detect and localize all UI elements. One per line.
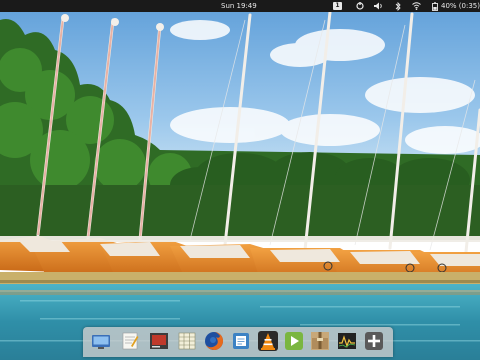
top-panel: Sun 19:49 1 40% (0:35) (0, 0, 480, 12)
volume-icon[interactable] (373, 0, 383, 12)
desktop-wallpaper (0, 0, 480, 360)
document-viewer-icon[interactable] (231, 331, 251, 351)
archive-manager-icon[interactable] (310, 331, 330, 351)
firefox-icon[interactable] (204, 331, 224, 351)
workspace-number: 1 (335, 2, 340, 9)
bluetooth-icon[interactable] (394, 0, 402, 12)
battery-status-text: 40% (0:35) (441, 2, 480, 10)
workspace-switcher-icon[interactable]: 1 (333, 2, 342, 10)
network-icon[interactable] (411, 0, 421, 12)
clock[interactable]: Sun 19:49 (221, 0, 257, 12)
spreadsheet-icon[interactable] (177, 331, 197, 351)
system-monitor-icon[interactable] (337, 331, 357, 351)
dock (83, 327, 393, 357)
desktop-icon[interactable] (91, 331, 111, 351)
sync-icon[interactable] (356, 0, 364, 12)
presentation-icon[interactable] (149, 331, 169, 351)
media-player-icon[interactable] (284, 331, 304, 351)
vlc-icon[interactable] (258, 331, 278, 351)
battery-icon[interactable] (430, 0, 440, 12)
text-editor-icon[interactable] (120, 331, 140, 351)
add-launcher-icon[interactable] (364, 331, 384, 351)
